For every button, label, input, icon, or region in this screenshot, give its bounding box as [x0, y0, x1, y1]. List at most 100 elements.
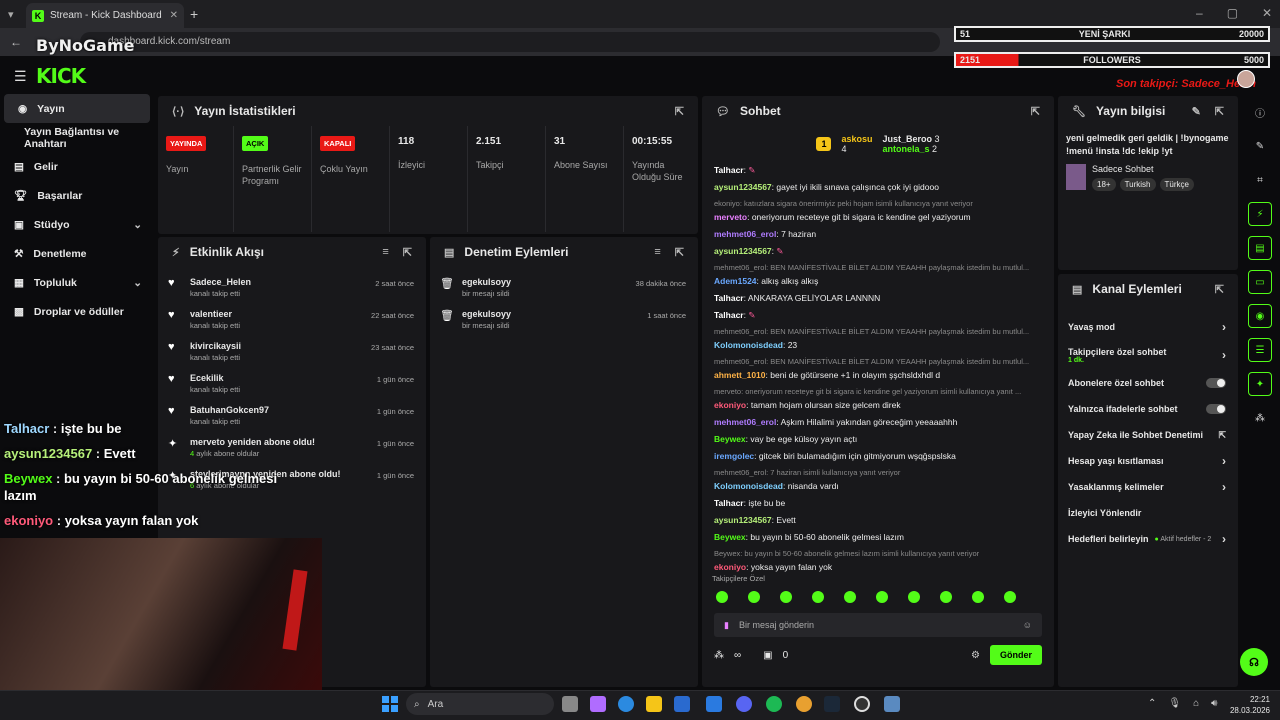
app-icon[interactable]: [884, 696, 900, 712]
emote-icon[interactable]: [780, 591, 792, 603]
spotify-icon[interactable]: [766, 696, 782, 712]
copilot-icon[interactable]: [590, 696, 606, 712]
mic-tray-icon[interactable]: 🎙︎: [1168, 698, 1181, 709]
chat-username[interactable]: Kolomonoisdead: [714, 340, 783, 350]
url-field[interactable]: dashboard.kick.com/stream: [80, 32, 940, 52]
tray-chevron-icon[interactable]: ⌃: [1148, 698, 1156, 709]
sidebar-item-studyo[interactable]: ▣ Stüdyo ⌄: [0, 210, 156, 239]
goals-row[interactable]: Hedefleri belirleyin ● Aktif hedefler - 2…: [1058, 526, 1238, 552]
discord-icon[interactable]: [736, 696, 752, 712]
popout-icon[interactable]: ⇱: [403, 246, 412, 259]
sidebar-item-topluluk[interactable]: ▦ Topluluk ⌄: [0, 268, 156, 297]
network-icon[interactable]: ⌂: [1193, 698, 1199, 709]
maximize-icon[interactable]: ▢: [1227, 6, 1238, 20]
volume-icon[interactable]: 🔊︎: [1211, 698, 1217, 709]
minimize-icon[interactable]: –: [1196, 6, 1203, 20]
list-icon[interactable]: ☰: [1248, 338, 1272, 362]
sidebar-item-droplar[interactable]: ▩ Droplar ve ödüller: [0, 297, 156, 326]
layout-icon[interactable]: ⌗: [1248, 168, 1272, 192]
emote-icon[interactable]: [748, 591, 760, 603]
subs-only-row[interactable]: Abonelere özel sohbet: [1058, 370, 1238, 396]
new-tab-icon[interactable]: +: [190, 6, 198, 22]
chat-username[interactable]: ekoniyo: [714, 400, 746, 410]
ai-moderation-row[interactable]: Yapay Zeka ile Sohbet Denetimi ⇱: [1058, 422, 1238, 448]
filter-icon[interactable]: ≡: [654, 246, 660, 259]
kick-logo[interactable]: KICK: [36, 64, 86, 88]
chat-username[interactable]: ahmett_1010: [714, 370, 766, 380]
banned-words-row[interactable]: Yasaklanmış kelimeler ›: [1058, 474, 1238, 500]
emotes-only-row[interactable]: Yalnızca ifadelerle sohbet: [1058, 396, 1238, 422]
popout-icon[interactable]: ⇱: [675, 246, 684, 259]
mail-icon[interactable]: [706, 696, 722, 712]
emote-icon[interactable]: [940, 591, 952, 603]
popout-icon[interactable]: ⇱: [1215, 283, 1224, 296]
popout-icon[interactable]: ⇱: [1031, 105, 1040, 118]
chat-username[interactable]: Adem1524: [714, 276, 757, 286]
chat-icon[interactable]: ▭: [1248, 270, 1272, 294]
emote-icon[interactable]: [876, 591, 888, 603]
tab-menu-icon[interactable]: ▾: [8, 8, 14, 21]
chat-username[interactable]: merveto: [714, 212, 747, 222]
chat-username[interactable]: iremgolec: [714, 451, 754, 461]
followers-only-row[interactable]: Takipçilere özel sohbet 1 dk. ›: [1058, 340, 1238, 370]
popout-icon[interactable]: ⇱: [1215, 105, 1224, 118]
chat-username[interactable]: aysun1234567: [714, 515, 772, 525]
emoji-picker-icon[interactable]: ☺: [1023, 620, 1032, 630]
windows-start-icon[interactable]: [382, 696, 398, 712]
sidebar-item-gelir[interactable]: ▤ Gelir: [0, 152, 156, 181]
chat-username[interactable]: ekoniyo: [714, 562, 746, 572]
wrench-icon[interactable]: ✦: [1248, 372, 1272, 396]
account-age-row[interactable]: Hesap yaşı kısıtlaması ›: [1058, 448, 1238, 474]
taskbar-search[interactable]: ⌕ Ara: [406, 693, 554, 715]
document-icon[interactable]: ▤: [1248, 236, 1272, 260]
edge-icon[interactable]: [618, 696, 634, 712]
pencil-icon[interactable]: ✎: [1248, 134, 1272, 158]
chrome-icon[interactable]: [796, 696, 812, 712]
toggle-switch[interactable]: [1206, 404, 1226, 414]
back-icon[interactable]: ←: [10, 35, 22, 49]
chat-username[interactable]: aysun1234567: [714, 246, 772, 256]
broadcast-icon[interactable]: ◉: [1248, 304, 1272, 328]
sidebar-item-stream-key[interactable]: Yayın Bağlantısı ve Anahtarı: [0, 123, 156, 152]
chat-username[interactable]: Talhacr: [714, 293, 744, 303]
store-icon[interactable]: [674, 696, 690, 712]
support-headset-icon[interactable]: ☊: [1240, 648, 1268, 676]
sidebar-item-basarilar[interactable]: 🏆︎ Başarılar: [0, 181, 156, 210]
file-explorer-icon[interactable]: [646, 696, 662, 712]
chat-username[interactable]: mehmet06_erol: [714, 229, 776, 239]
chat-username[interactable]: Talhacr: [714, 310, 744, 320]
clock[interactable]: 22:21 28.03.2026: [1226, 694, 1270, 716]
sidebar-item-denetleme[interactable]: ⚒︎ Denetleme: [0, 239, 156, 268]
emote-icon[interactable]: [844, 591, 856, 603]
edit-icon[interactable]: ✎: [1192, 105, 1201, 118]
emote-icon[interactable]: [812, 591, 824, 603]
raid-row[interactable]: İzleyici Yönlendir: [1058, 500, 1238, 526]
hamburger-menu-icon[interactable]: ☰: [14, 68, 27, 85]
chat-username[interactable]: aysun1234567: [714, 182, 772, 192]
steam-icon[interactable]: [824, 696, 840, 712]
sidebar-item-yayin[interactable]: ◉ Yayın: [4, 94, 150, 123]
toggle-switch[interactable]: [1206, 378, 1226, 388]
task-view-icon[interactable]: [562, 696, 578, 712]
nodes-icon[interactable]: ⁂: [1248, 406, 1272, 430]
emote-icon[interactable]: [908, 591, 920, 603]
window-close-icon[interactable]: ✕: [1262, 6, 1272, 20]
chat-username[interactable]: Talhacr: [714, 165, 744, 175]
send-button[interactable]: Gönder: [989, 645, 1042, 665]
obs-icon[interactable]: [854, 696, 870, 712]
chat-username[interactable]: mehmet06_erol: [714, 417, 776, 427]
slow-mode-row[interactable]: Yavaş mod ›: [1058, 314, 1238, 340]
bolt-icon[interactable]: ⚡︎: [1248, 202, 1272, 226]
info-icon[interactable]: ⓘ: [1248, 100, 1272, 124]
filter-icon[interactable]: ≡: [382, 246, 388, 259]
close-tab-icon[interactable]: ✕: [170, 10, 178, 21]
emote-icon[interactable]: [716, 591, 728, 603]
chat-username[interactable]: Beywex: [714, 434, 746, 444]
chat-username[interactable]: Beywex: [714, 532, 746, 542]
chat-input[interactable]: ▮ Bir mesaj gönderin ☺: [714, 613, 1042, 637]
emote-icon[interactable]: [1004, 591, 1016, 603]
popout-icon[interactable]: ⇱: [675, 105, 684, 118]
emote-icon[interactable]: [972, 591, 984, 603]
chat-username[interactable]: Kolomonoisdead: [714, 481, 783, 491]
chat-settings-icon[interactable]: ⚙: [971, 650, 980, 661]
